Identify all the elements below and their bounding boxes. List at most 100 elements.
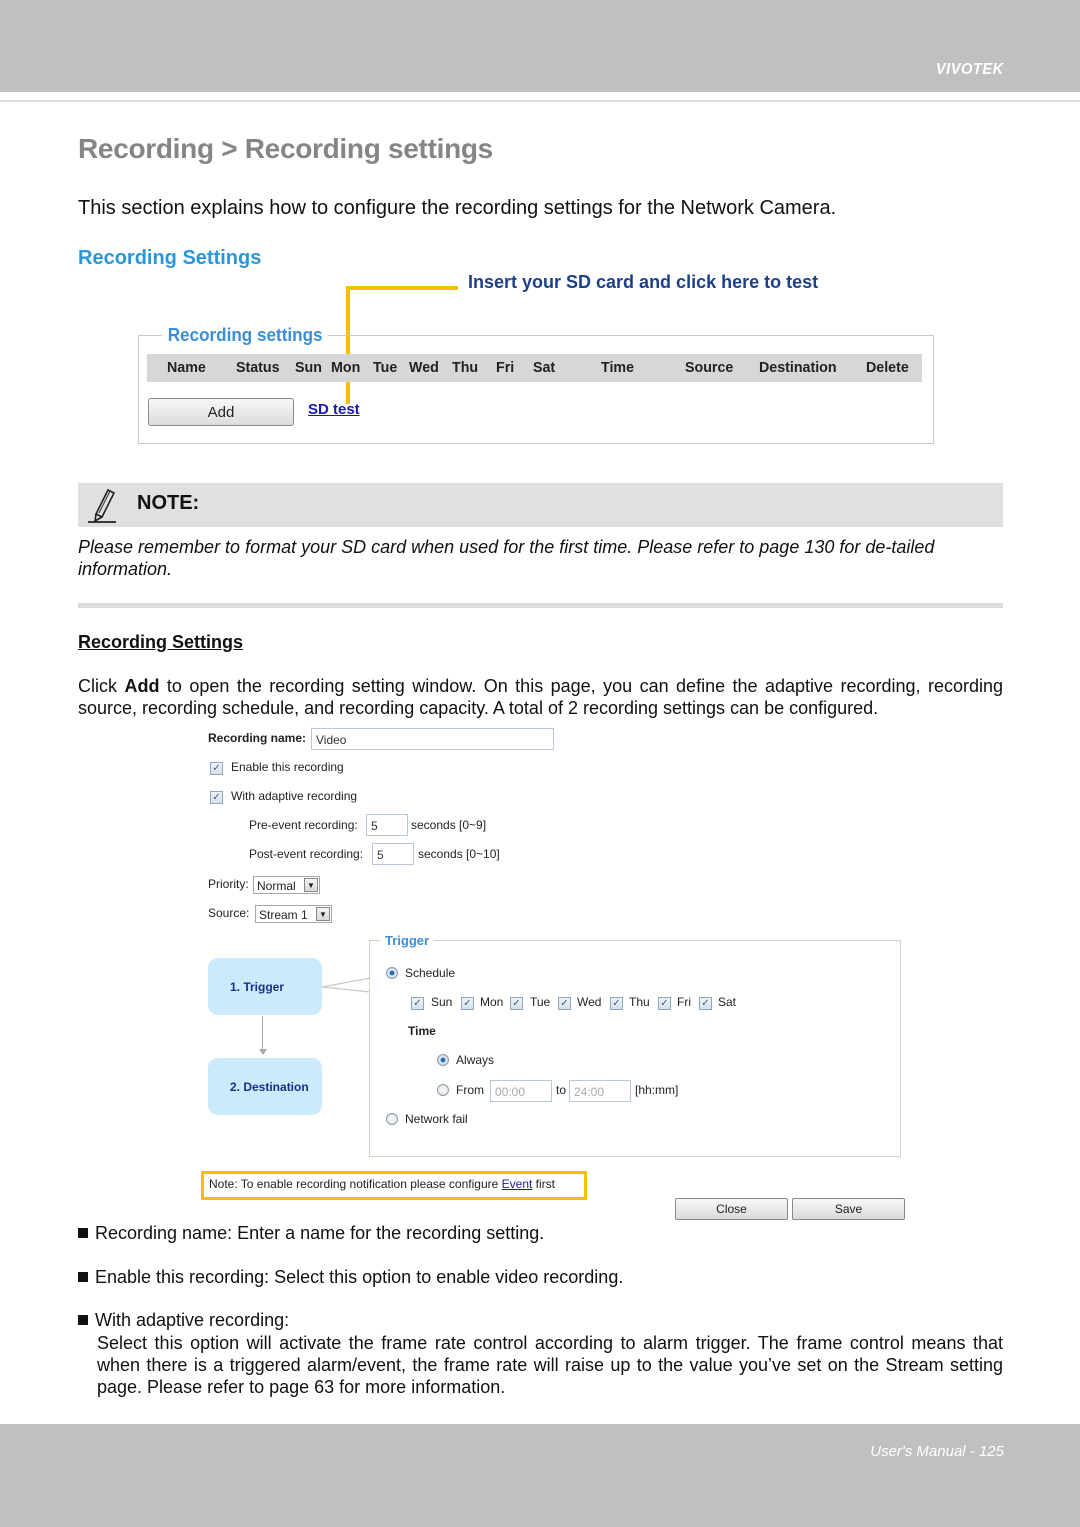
header-divider — [0, 100, 1080, 102]
day-checkbox-mon[interactable]: ✓ — [461, 997, 474, 1010]
time-label: Time — [408, 1024, 436, 1038]
to-label: to — [556, 1083, 567, 1097]
column-header: Wed — [409, 359, 439, 376]
column-header: Sun — [295, 359, 322, 376]
column-header: Status — [236, 359, 280, 376]
note-text: Please remember to format your SD card w… — [78, 537, 935, 579]
bullet-square-icon — [78, 1272, 88, 1282]
post-event-label: Post-event recording: — [249, 847, 364, 861]
column-header: Name — [167, 359, 206, 376]
trigger-legend: Trigger — [380, 933, 435, 948]
day-label: Sun — [431, 995, 453, 1009]
to-time-input[interactable]: 24:00 — [569, 1080, 631, 1102]
brand-logo: VIVOTEK — [936, 61, 1004, 78]
column-header: Tue — [373, 359, 398, 376]
event-note-text: Note: To enable recording notification p… — [209, 1177, 502, 1191]
schedule-radio[interactable] — [386, 967, 398, 979]
day-label: Sat — [718, 995, 737, 1009]
column-header: Fri — [496, 359, 515, 376]
arrow-down-icon — [259, 1049, 267, 1055]
post-event-unit: seconds [0~10] — [418, 847, 500, 861]
enable-recording-checkbox[interactable]: ✓ — [210, 762, 223, 775]
network-fail-radio[interactable] — [386, 1113, 398, 1125]
footer-band — [0, 1424, 1080, 1527]
recording-settings-panel — [138, 335, 934, 444]
bullet-text: Enable this recording: Select this optio… — [95, 1267, 624, 1287]
bullet-item: Enable this recording: Select this optio… — [78, 1267, 623, 1288]
sd-test-callout: Insert your SD card and click here to te… — [468, 272, 819, 292]
page-footer: User's Manual - 125 — [870, 1443, 1004, 1460]
body-text: Click — [78, 676, 125, 696]
schedule-label: Schedule — [405, 966, 456, 980]
pre-event-input[interactable]: 5 — [366, 814, 408, 836]
network-fail-label: Network fail — [405, 1112, 468, 1126]
day-checkbox-wed[interactable]: ✓ — [558, 997, 571, 1010]
day-label: Fri — [677, 995, 691, 1009]
step-destination[interactable]: 2. Destination — [208, 1058, 322, 1115]
bullet-text: With adaptive recording: — [95, 1310, 290, 1330]
note-label: NOTE: — [137, 492, 200, 514]
day-checkbox-thu[interactable]: ✓ — [610, 997, 623, 1010]
section-divider — [78, 603, 1003, 608]
intro-text: This section explains how to configure t… — [78, 197, 837, 219]
add-button[interactable]: Add — [148, 398, 294, 426]
time-format-label: [hh:mm] — [635, 1083, 679, 1097]
chevron-down-icon: ▼ — [316, 907, 330, 921]
source-label: Source: — [208, 906, 250, 920]
day-label: Wed — [577, 995, 602, 1009]
save-button[interactable]: Save — [792, 1198, 905, 1220]
pre-event-unit: seconds [0~9] — [411, 818, 487, 832]
column-header: Source — [685, 359, 734, 376]
recording-settings-legend: Recording settings — [162, 325, 329, 346]
header-band — [0, 0, 1080, 92]
note-bar — [78, 483, 1003, 527]
day-label: Thu — [629, 995, 650, 1009]
column-header: Time — [601, 359, 635, 376]
from-time-input[interactable]: 00:00 — [490, 1080, 552, 1102]
event-note: Note: To enable recording notification p… — [201, 1171, 587, 1200]
bullet-square-icon — [78, 1228, 88, 1238]
source-select[interactable]: Stream 1 ▼ — [255, 905, 332, 923]
enable-recording-label: Enable this recording — [231, 760, 344, 774]
close-button[interactable]: Close — [675, 1198, 788, 1220]
recording-name-input[interactable]: Video — [311, 728, 554, 750]
day-checkbox-tue[interactable]: ✓ — [510, 997, 523, 1010]
adaptive-description: Select this option will activate the fra… — [97, 1333, 1003, 1397]
page-title: Recording > Recording settings — [78, 133, 493, 164]
always-radio[interactable] — [437, 1054, 449, 1066]
always-label: Always — [456, 1053, 495, 1067]
day-checkbox-sat[interactable]: ✓ — [699, 997, 712, 1010]
bullet-item: Recording name: Enter a name for the rec… — [78, 1223, 544, 1244]
from-radio[interactable] — [437, 1084, 449, 1096]
adaptive-recording-checkbox[interactable]: ✓ — [210, 791, 223, 804]
body-paragraph: Click Add to open the recording setting … — [78, 675, 1003, 719]
pre-event-label: Pre-event recording: — [249, 818, 358, 832]
step-connector — [262, 1016, 263, 1052]
sub-heading: Recording Settings — [78, 632, 244, 652]
day-label: Tue — [530, 995, 551, 1009]
event-link[interactable]: Event — [502, 1177, 533, 1191]
body-bold-text: Add — [124, 676, 160, 696]
step-pointer — [322, 977, 371, 993]
column-header: Thu — [452, 359, 479, 376]
priority-value: Normal — [257, 879, 296, 893]
column-header: Delete — [866, 359, 909, 376]
from-label: From — [456, 1083, 484, 1097]
day-checkbox-sun[interactable]: ✓ — [411, 997, 424, 1010]
source-value: Stream 1 — [259, 908, 308, 922]
pencil-icon — [88, 488, 116, 523]
step-trigger[interactable]: 1. Trigger — [208, 958, 322, 1015]
priority-label: Priority: — [208, 877, 249, 891]
column-header: Mon — [331, 359, 361, 376]
callout-line — [348, 286, 458, 290]
day-label: Mon — [480, 995, 504, 1009]
sd-test-link[interactable]: SD test — [308, 401, 360, 418]
event-note-text: first — [532, 1177, 555, 1191]
bullet-item: With adaptive recording: — [78, 1310, 289, 1331]
post-event-input[interactable]: 5 — [372, 843, 414, 865]
day-checkbox-fri[interactable]: ✓ — [658, 997, 671, 1010]
adaptive-recording-label: With adaptive recording — [231, 789, 358, 803]
chevron-down-icon: ▼ — [304, 878, 318, 892]
recording-name-label: Recording name: — [208, 731, 307, 745]
priority-select[interactable]: Normal ▼ — [253, 876, 320, 894]
